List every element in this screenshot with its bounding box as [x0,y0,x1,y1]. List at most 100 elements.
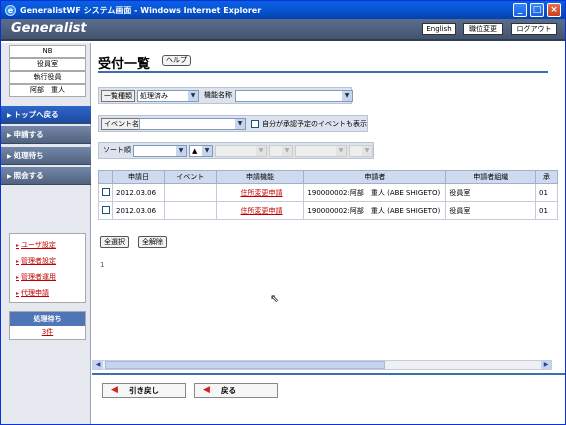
cell-event [163,183,217,202]
logout-button[interactable]: ログアウト [511,23,557,35]
deselect-all-button[interactable]: 全解除 [138,236,167,248]
browser-window: e GeneralistWF システム画面 - Windows Internet… [0,0,566,425]
settings-links: ▸ ユーザ設定 ▸ 管理者設定 ▸ 管理者運用 ▸ 代理申請 [9,233,86,303]
title-divider [98,71,548,73]
filter-row-sort: ソート順 ▼ ▲ ▼ ▼ ▼ ▼ ▼ [98,142,374,159]
nav-inquiry[interactable]: ▶ 照会する [1,167,91,185]
user-position: 執行役員 [9,71,86,84]
col-header-select [98,170,113,184]
action-bar: ◀ 引き戻し ◀ 戻る [92,373,565,423]
bullet-icon: ▸ [16,258,20,265]
list-type-label: 一覧種類 [101,90,135,102]
chevron-down-icon: ▼ [202,146,212,156]
sort-field-2-select[interactable]: ▼ [215,145,267,157]
link-user-settings[interactable]: ▸ ユーザ設定 [10,237,85,253]
main-content: 受付一覧 ヘルプ 一覧種類 処理済み ▼ 機能名称 ▼ イベント名 ▼ 自分が承認… [92,43,565,424]
cell-applicant: 190000002:阿部 重人 (ABE SHIGETO) [303,183,447,202]
table-row: 2012.03.06 住所変更申請 190000002:阿部 重人 (ABE S… [98,183,558,202]
window-titlebar: e GeneralistWF システム画面 - Windows Internet… [1,1,565,19]
scroll-right-icon[interactable]: ▶ [541,361,551,369]
col-header-applicant[interactable]: 申請者 [303,170,447,184]
cell-approval: 01 [535,201,558,220]
filter-row-list-type: 一覧種類 処理済み ▼ 機能名称 ▼ [98,87,353,104]
english-button[interactable]: English [422,23,456,35]
chevron-down-icon: ▼ [235,119,245,129]
user-company: NB [9,45,86,58]
link-admin-operations[interactable]: ▸ 管理者運用 [10,269,85,285]
function-name-select[interactable]: ▼ [235,90,353,102]
reception-table: 申請日 イベント 申請機能 申請者 申請者組織 承 2012.03.06 住所変… [98,170,558,220]
col-header-approval[interactable]: 承 [535,170,558,184]
cell-applicant: 190000002:阿部 重人 (ABE SHIGETO) [303,201,447,220]
chevron-down-icon: ▼ [362,146,372,156]
self-approve-checkbox[interactable] [251,120,259,128]
user-department: 役員室 [9,58,86,71]
filter-row-event: イベント名 ▼ 自分が承認予定のイベントも表示 [98,115,368,132]
chevron-down-icon: ▼ [342,91,352,101]
page-number[interactable]: 1 [100,261,104,269]
app-header: Generalist English 職位変更 ログアウト [1,19,565,41]
chevron-down-icon: ▼ [188,91,198,101]
page-title: 受付一覧 [98,57,151,72]
row-checkbox-cell [98,183,113,202]
scrollbar-thumb[interactable] [105,361,385,369]
help-button[interactable]: ヘルプ [162,55,191,66]
triangle-right-icon: ▶ [7,132,12,139]
event-name-select[interactable]: ▼ [139,118,246,130]
row-checkbox-cell [98,201,113,220]
pending-box: 処理待ち 3件 [9,311,86,340]
cell-approval: 01 [535,183,558,202]
chevron-down-icon: ▼ [256,146,266,156]
sort-direction-3-select[interactable]: ▼ [349,145,373,157]
nav-back-to-top[interactable]: ▶ トップへ戻る [1,106,91,124]
row-checkbox[interactable] [102,187,110,196]
col-header-function[interactable]: 申請機能 [215,170,305,184]
sort-direction-2-select[interactable]: ▼ [269,145,293,157]
sort-field-3-select[interactable]: ▼ [295,145,347,157]
col-header-organization[interactable]: 申請者組織 [445,170,537,184]
triangle-right-icon: ▶ [7,153,12,160]
ie-logo-icon: e [5,4,16,16]
self-approve-label: 自分が承認予定のイベントも表示 [262,120,367,128]
sort-direction-1-select[interactable]: ▲ ▼ [189,145,213,157]
link-admin-settings[interactable]: ▸ 管理者設定 [10,253,85,269]
bullet-icon: ▸ [16,242,20,249]
table-row: 2012.03.06 住所変更申請 190000002:阿部 重人 (ABE S… [98,201,558,220]
table-header-row: 申請日 イベント 申請機能 申請者 申請者組織 承 [98,170,558,184]
bullet-icon: ▸ [16,290,20,297]
pending-count-link[interactable]: 3件 [10,326,85,339]
horizontal-scrollbar[interactable]: ◀ ▶ [92,360,552,370]
col-header-event[interactable]: イベント [163,170,217,184]
triangle-right-icon: ▶ [7,173,12,180]
generalist-logo: Generalist [11,21,87,36]
nav-apply[interactable]: ▶ 申請する [1,126,91,144]
col-header-date[interactable]: 申請日 [111,170,165,184]
function-name-label: 機能名称 [204,91,232,99]
close-button[interactable]: × [547,3,561,17]
arrow-left-icon: ◀ [111,385,118,395]
maximize-button[interactable]: □ [530,3,544,17]
back-button[interactable]: ◀ 戻る [194,383,278,398]
cell-organization: 役員室 [445,183,537,202]
mouse-cursor-icon: ⇖ [270,292,280,305]
list-type-select[interactable]: 処理済み ▼ [137,90,199,102]
bullet-icon: ▸ [16,274,20,281]
pull-back-button[interactable]: ◀ 引き戻し [102,383,186,398]
cell-date: 2012.03.06 [111,201,165,220]
cell-function-link[interactable]: 住所変更申請 [215,201,305,220]
minimize-button[interactable]: _ [513,3,527,17]
sort-field-1-select[interactable]: ▼ [133,145,187,157]
link-proxy-application[interactable]: ▸ 代理申請 [10,285,85,301]
cell-date: 2012.03.06 [111,183,165,202]
cell-function-link[interactable]: 住所変更申請 [215,183,305,202]
sidebar: NB 役員室 執行役員 阿部 重人 ▶ トップへ戻る ▶ 申請する ▶ 処理待ち ▶ 照… [1,43,91,424]
change-position-button[interactable]: 職位変更 [463,23,503,35]
chevron-down-icon: ▼ [282,146,292,156]
select-all-button[interactable]: 全選択 [100,236,129,248]
event-name-label: イベント名 [101,118,142,130]
triangle-right-icon: ▶ [7,112,12,119]
row-checkbox[interactable] [102,205,110,214]
chevron-down-icon: ▼ [176,146,186,156]
nav-pending[interactable]: ▶ 処理待ち [1,147,91,165]
scroll-left-icon[interactable]: ◀ [93,361,103,369]
